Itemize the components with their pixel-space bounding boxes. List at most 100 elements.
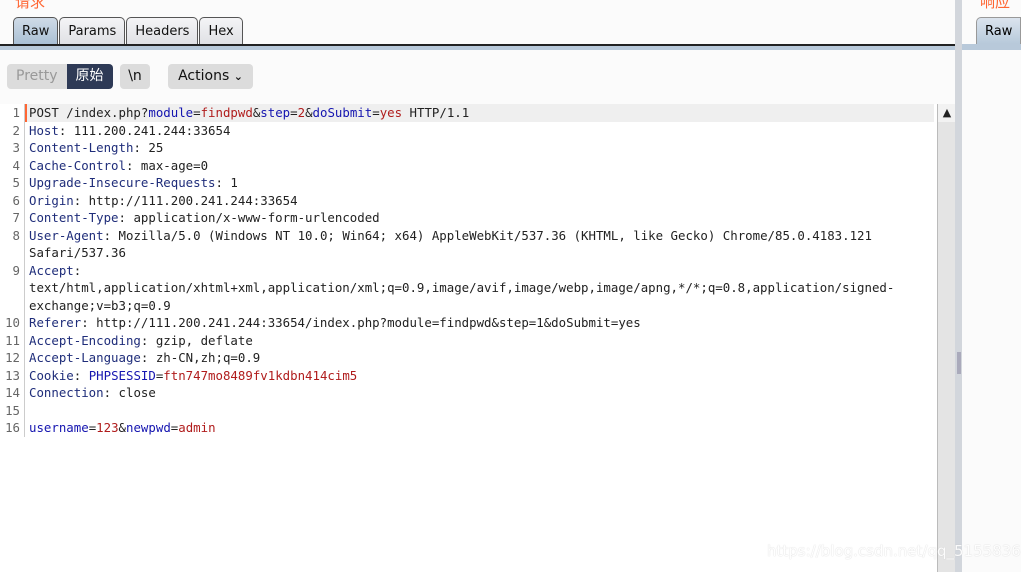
text: : 111.200.241.244:33654: [58, 122, 231, 138]
text: : close: [103, 385, 156, 400]
param-value: 2: [297, 105, 306, 120]
scroll-up-arrow-icon[interactable]: ▲: [938, 104, 956, 122]
editor-line: 8 User-Agent: Mozilla/5.0 (Windows NT 10.…: [0, 226, 937, 262]
editor-line: 2 Host: 111.200.241.244:33654: [0, 121, 937, 139]
editor-line: 1 POST /index.php?module=findpwd&step=2&d…: [0, 104, 937, 122]
view-mode-toggle: Pretty 原始: [7, 64, 113, 89]
watermark: https://blog.csdn.net/qq_51558360: [767, 542, 1021, 560]
actions-button[interactable]: Actions ⌄: [168, 64, 253, 89]
response-tab-raw[interactable]: Raw: [976, 17, 1021, 44]
header-name: Accept-Language: [29, 350, 141, 365]
editor-line: 3 Content-Length: 25: [0, 139, 937, 157]
header-name: Content-Type: [29, 210, 119, 225]
line-content: POST /index.php?module=findpwd&step=2&do…: [25, 104, 934, 122]
param-name: step: [260, 105, 291, 120]
header-name: Origin: [29, 192, 74, 208]
text: : application/x-www-form-urlencoded: [118, 210, 380, 225]
header-name: Referer: [29, 315, 82, 330]
text: =: [372, 105, 380, 120]
text: =: [193, 105, 201, 120]
text: =: [290, 105, 298, 120]
line-content: Upgrade-Insecure-Requests: 1: [25, 174, 934, 192]
line-content: Cookie: PHPSESSID=ftn747mo8489fv1kdbn414…: [25, 367, 934, 385]
editor-scrollbar[interactable]: ▲: [937, 104, 956, 572]
text: : max-age=0: [125, 157, 209, 173]
param-name: newpwd: [126, 420, 171, 435]
header-name: Cookie: [29, 367, 74, 383]
text: &: [118, 420, 127, 435]
panel-splitter[interactable]: [955, 0, 962, 572]
line-number: 16: [0, 419, 25, 437]
param-name: username: [29, 420, 89, 435]
request-panel-title: 请求: [15, 0, 46, 11]
text: : 25: [133, 140, 164, 155]
response-panel-title: 响应: [980, 0, 1011, 11]
text: : http://111.200.241.244:33654: [73, 192, 298, 208]
line-number: 15: [0, 401, 25, 419]
actions-label: Actions: [178, 68, 230, 84]
line-content: Cache-Control: max-age=0: [25, 157, 934, 175]
editor-line: 5 Upgrade-Insecure-Requests: 1: [0, 174, 937, 192]
text: : 1: [215, 175, 238, 190]
line-number: 2: [0, 121, 25, 139]
header-name: User-Agent: [29, 227, 104, 243]
splitter-grip[interactable]: [957, 352, 961, 374]
line-number: 10: [0, 314, 25, 332]
line-number: 8: [0, 226, 25, 262]
pretty-button[interactable]: Pretty: [7, 64, 67, 89]
text: HTTP/1.1: [402, 105, 470, 120]
editor-line: 14 Connection: close: [0, 384, 937, 402]
line-number: 13: [0, 366, 25, 384]
line-content: ​: [25, 402, 934, 420]
request-tabs: Raw Params Headers Hex: [13, 17, 244, 45]
editor-line: 7 Content-Type: application/x-www-form-ur…: [0, 209, 937, 227]
header-name: Cache-Control: [29, 157, 126, 173]
tab-raw[interactable]: Raw: [13, 17, 59, 45]
param-name: doSubmit: [312, 105, 373, 120]
editor-line: 11 Accept-Encoding: gzip, deflate: [0, 331, 937, 349]
line-number: 6: [0, 191, 25, 209]
tab-hex[interactable]: Hex: [199, 17, 243, 45]
text: : Mozilla/5.0 (Windows NT 10.0; Win64; x…: [29, 227, 880, 261]
text: : gzip, deflate: [140, 332, 253, 348]
header-name: Connection: [29, 385, 104, 400]
tab-divider-accent: [0, 46, 955, 50]
line-number: 11: [0, 331, 25, 349]
header-name: Host: [29, 122, 59, 138]
raw-view-button[interactable]: 原始: [66, 64, 113, 89]
line-content: Content-Length: 25: [25, 139, 934, 157]
param-value: yes: [379, 105, 403, 120]
text: &: [305, 105, 313, 120]
param-value: admin: [178, 420, 216, 435]
tab-headers[interactable]: Headers: [126, 17, 199, 45]
line-number: 5: [0, 174, 25, 192]
line-number: 12: [0, 349, 25, 367]
tab-params[interactable]: Params: [59, 17, 126, 45]
line-number: 4: [0, 156, 25, 174]
line-content: Content-Type: application/x-www-form-url…: [25, 209, 934, 227]
line-number: 7: [0, 209, 25, 227]
param-name: module: [148, 105, 194, 120]
line-number: 14: [0, 384, 25, 402]
line-content: Accept: text/html,application/xhtml+xml,…: [25, 262, 934, 315]
param-name: PHPSESSID: [88, 367, 156, 383]
editor-line: 4 Cache-Control: max-age=0: [0, 156, 937, 175]
editor-line: 12 Accept-Language: zh-CN,zh;q=0.9: [0, 349, 937, 367]
line-number: 3: [0, 139, 25, 157]
text: : zh-CN,zh;q=0.9: [140, 350, 261, 365]
line-content: Referer: http://111.200.241.244:33654/in…: [25, 314, 934, 332]
line-content: Connection: close: [25, 384, 934, 402]
request-editor[interactable]: 1 POST /index.php?module=findpwd&step=2&d…: [0, 104, 937, 572]
header-name: Accept: [29, 262, 74, 278]
line-content: Origin: http://111.200.241.244:33654: [25, 192, 934, 210]
editor-line: 6 Origin: http://111.200.241.244:33654: [0, 191, 937, 210]
param-value: 123: [96, 420, 119, 435]
header-name: Upgrade-Insecure-Requests: [29, 175, 216, 190]
newline-toggle-button[interactable]: \n: [120, 64, 150, 89]
editor-line: 9 Accept: text/html,application/xhtml+xml…: [0, 261, 937, 315]
chevron-down-icon: ⌄: [233, 70, 243, 83]
editor-line: 16 username=123&newpwd=admin: [0, 419, 937, 437]
param-value: ftn747mo8489fv1kdbn414cim5: [163, 367, 358, 383]
text: : text/html,application/xhtml+xml,applic…: [29, 262, 895, 313]
editor-line: 10 Referer: http://111.200.241.244:33654/…: [0, 314, 937, 332]
